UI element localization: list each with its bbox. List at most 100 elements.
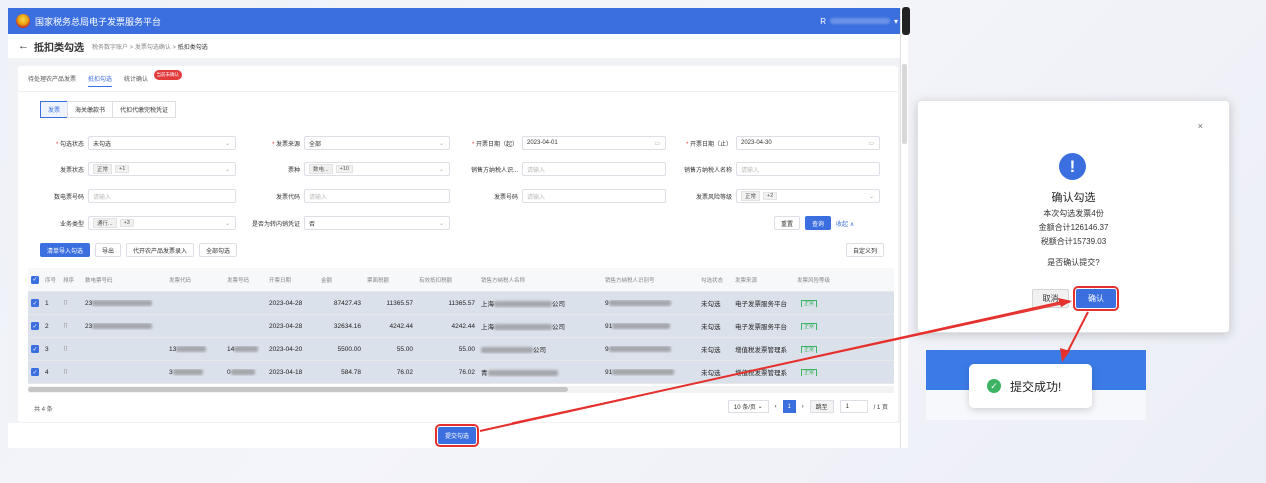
fpzt-select[interactable]: 正常 +1 ⌄ xyxy=(88,162,236,176)
fphm-input[interactable]: 请输入 xyxy=(522,189,666,203)
next-page-icon[interactable]: › xyxy=(802,404,804,410)
total-pages: / 1 页 xyxy=(873,405,888,411)
export-button[interactable]: 导出 xyxy=(95,243,122,257)
filter-xfsh: 销售方纳税人识... 请输入 xyxy=(452,162,666,176)
redacted-text xyxy=(608,345,671,352)
redacted-text xyxy=(234,345,259,352)
risk-badge: 正常 xyxy=(801,345,818,353)
col-sort: 排序 xyxy=(63,277,75,284)
list-import-button[interactable]: 清单导入勾选 xyxy=(40,243,91,257)
app-title: 国家税务总局电子发票服务平台 xyxy=(35,16,162,27)
col-yxse[interactable]: 有效抵扣税额 xyxy=(416,276,478,284)
zcnx-select[interactable]: 否 ⌄ xyxy=(304,216,450,230)
breadcrumb: 税务数字账户 > 发票勾选确认 > 抵扣类勾选 xyxy=(92,42,208,51)
jump-label: 跳至 xyxy=(809,400,834,413)
scroll-thumb[interactable] xyxy=(28,387,568,392)
table-row[interactable]: ✓ 3 ⠿ 13 14 2023-04-20 5500.00 55.00 55.… xyxy=(28,338,894,361)
risk-badge: 正常 xyxy=(801,299,818,307)
calendar-icon: ▭ xyxy=(868,140,874,147)
dialog-title: 确认勾选 xyxy=(1051,192,1096,204)
col-xfmc: 销售方纳税人名称 xyxy=(481,277,526,284)
table-row[interactable]: ✓ 2 ⠿ 23 2023-04-28 32634.16 4242.44 424… xyxy=(28,315,894,338)
confirm-button[interactable]: 确认 xyxy=(1073,286,1119,311)
tab-stat-confirm[interactable]: 统计确认 当前未确认 xyxy=(124,70,183,87)
row-checkbox[interactable]: ✓ xyxy=(31,299,39,307)
row-checkbox[interactable]: ✓ xyxy=(31,345,39,353)
kprq-z-picker[interactable]: 2023-04-30 ▭ xyxy=(736,136,880,150)
col-je[interactable]: 金额 xyxy=(318,276,364,284)
user-name-redacted xyxy=(829,18,890,24)
pagination: 10 条/页 ⌄ ‹ 1 › 跳至 1 / 1 页 xyxy=(727,400,888,413)
horizontal-scrollbar[interactable] xyxy=(28,386,894,393)
fxdj-select[interactable]: 正常 +2 ⌄ xyxy=(736,189,880,203)
tab-deduction-select[interactable]: 抵扣勾选 xyxy=(88,74,113,87)
row-checkbox[interactable]: ✓ xyxy=(31,322,39,330)
filter-zcnx: 是否为转内销凭证 否 ⌄ xyxy=(234,216,450,230)
drag-handle-icon[interactable]: ⠿ xyxy=(60,299,82,307)
cancel-button[interactable]: 取消 xyxy=(1032,289,1069,308)
table-row[interactable]: ✓ 4 ⠿ 3 0 2023-04-18 584.78 76.02 76.02 … xyxy=(28,361,894,384)
fply-select[interactable]: 全部 ⌄ xyxy=(304,136,450,150)
chevron-down-icon: ⌄ xyxy=(224,166,230,173)
redacted-text xyxy=(494,301,552,308)
filter-gxzt: * 勾选状态 未勾选 ⌄ xyxy=(18,136,236,150)
redacted-text xyxy=(230,368,255,375)
submit-selection-button[interactable]: 提交勾选 xyxy=(434,424,480,447)
total-count: 共 4 条 xyxy=(34,407,53,413)
gxzt-select[interactable]: 未勾选 ⌄ xyxy=(88,136,236,150)
col-fxdj: 发票风险等级 xyxy=(797,277,831,284)
filter-fphm: 发票号码 请输入 xyxy=(452,189,666,203)
col-sdph[interactable]: 数电票号码 xyxy=(82,276,166,284)
ywlx-label: 业务类型 xyxy=(59,221,84,228)
redacted-text xyxy=(494,324,552,331)
agri-import-button[interactable]: 代开农产品发票录入 xyxy=(126,243,195,257)
filter-actions: 重置 查询 收起 ∧ xyxy=(774,216,854,230)
back-arrow-icon[interactable]: ← xyxy=(18,40,29,52)
col-se[interactable]: 票面税额 xyxy=(364,276,416,284)
query-button[interactable]: 查询 xyxy=(805,216,832,230)
fpdm-input[interactable]: 请输入 xyxy=(304,189,450,203)
calendar-icon: ▭ xyxy=(654,140,660,147)
prev-page-icon[interactable]: ‹ xyxy=(775,404,777,410)
drag-handle-icon[interactable]: ⠿ xyxy=(60,368,82,376)
kprq-q-picker[interactable]: 2023-04-01 ▭ xyxy=(522,136,666,150)
right-scroll-strip xyxy=(900,8,908,448)
window-edge xyxy=(902,7,910,35)
redacted-text xyxy=(612,322,671,329)
redacted-text xyxy=(92,322,153,329)
filter-fpzt: 发票状态 正常 +1 ⌄ xyxy=(18,162,236,176)
pz-select[interactable]: 数电... +10 ⌄ xyxy=(304,162,450,176)
col-xfsh: 销售方纳税人识别号 xyxy=(605,277,655,284)
sdph-label: 数电票号码 xyxy=(53,194,84,201)
xfmc-input[interactable]: 请输入 xyxy=(736,162,880,176)
subtab-invoice[interactable]: 发票 xyxy=(40,101,69,118)
page-title: 抵扣类勾选 xyxy=(34,42,84,54)
jump-input[interactable]: 1 xyxy=(839,400,868,413)
reset-button[interactable]: 重置 xyxy=(774,216,801,230)
table-row[interactable]: ✓ 1 ⠿ 23 2023-04-28 87427.43 11365.57 11… xyxy=(28,292,894,315)
page-number[interactable]: 1 xyxy=(782,400,796,413)
row-checkbox[interactable]: ✓ xyxy=(31,368,39,376)
drag-handle-icon[interactable]: ⠿ xyxy=(60,322,82,330)
custom-columns-button[interactable]: 自定义列 xyxy=(845,243,884,257)
subtab-customs[interactable]: 海关缴款书 xyxy=(67,101,114,118)
page-size-select[interactable]: 10 条/页 ⌄ xyxy=(727,400,769,413)
close-icon[interactable]: × xyxy=(1198,121,1203,131)
select-all-checkbox[interactable]: ✓ xyxy=(31,275,39,284)
subtab-withholding[interactable]: 代扣代缴完税凭证 xyxy=(112,101,177,118)
sdph-input[interactable]: 请输入 xyxy=(88,189,236,203)
xfsh-input[interactable]: 请输入 xyxy=(522,162,666,176)
redacted-text xyxy=(176,345,207,352)
redacted-text xyxy=(92,299,153,306)
collapse-link[interactable]: 收起 ∧ xyxy=(836,216,854,230)
col-kprq[interactable]: 开票日期 xyxy=(266,276,318,284)
tab-pending-agri[interactable]: 待处理农产品发票 xyxy=(28,74,76,87)
drag-handle-icon[interactable]: ⠿ xyxy=(60,345,82,353)
select-all-button[interactable]: 全部勾选 xyxy=(199,243,238,257)
user-menu[interactable]: R ▾ xyxy=(820,17,898,26)
top-bar: 国家税务总局电子发票服务平台 R ▾ xyxy=(8,8,906,34)
breadcrumb-trail[interactable]: 税务数字账户 > 发票勾选确认 > xyxy=(92,45,178,51)
ywlx-select[interactable]: 通行... +3 ⌄ xyxy=(88,216,236,230)
chevron-down-icon: ⌄ xyxy=(438,140,444,147)
col-gxzt: 勾选状态 xyxy=(701,277,724,284)
